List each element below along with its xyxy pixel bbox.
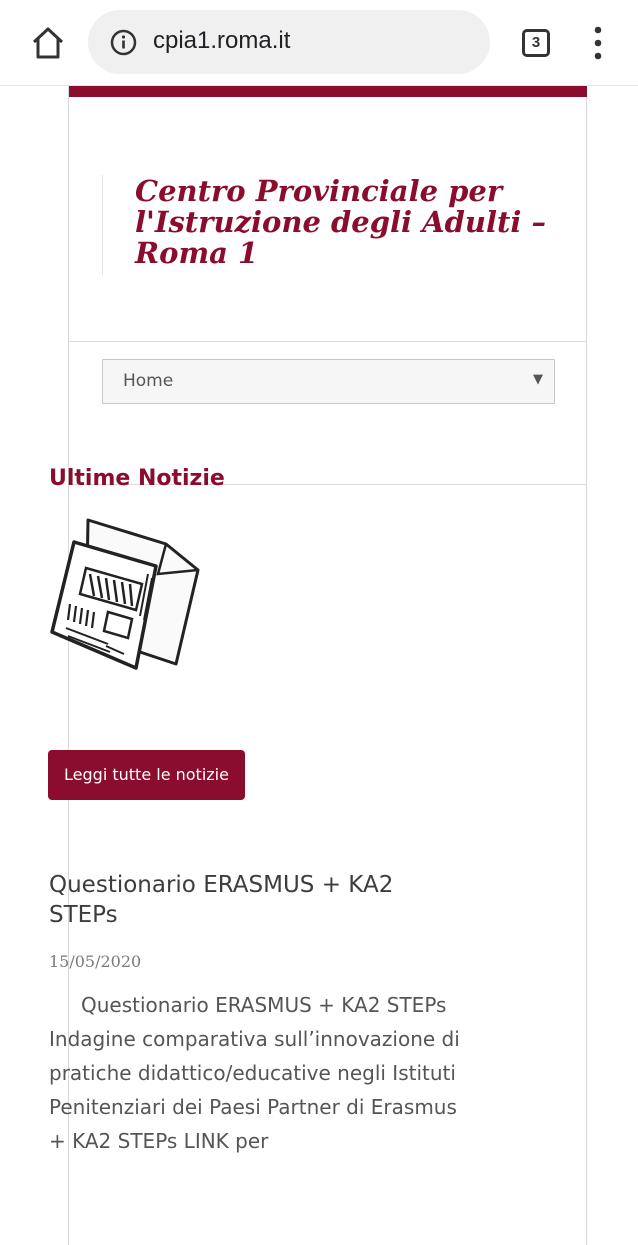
browser-toolbar: cpia1.roma.it 3: [0, 0, 638, 86]
news-heading: Ultime Notizie: [49, 466, 225, 491]
overflow-menu-icon[interactable]: [588, 24, 608, 62]
tab-switcher-button[interactable]: 3: [522, 29, 550, 57]
navigation-select[interactable]: Home ▼: [102, 359, 555, 404]
navigation-section: Home ▼: [69, 343, 587, 485]
top-accent-bar: [69, 86, 587, 97]
url-text: cpia1.roma.it: [153, 27, 291, 54]
title-divider: [102, 175, 103, 275]
home-icon[interactable]: [30, 25, 66, 61]
read-all-news-button[interactable]: Leggi tutte le notizie: [48, 750, 245, 800]
article-date: 15/05/2020: [49, 952, 142, 971]
site-header: Centro Provinciale per l'Istruzione degl…: [69, 97, 587, 342]
site-title[interactable]: Centro Provinciale per l'Istruzione degl…: [135, 176, 575, 269]
info-icon[interactable]: [110, 29, 137, 56]
navigation-select-value: Home: [123, 371, 174, 391]
article-excerpt: Questionario ERASMUS + KA2 STEPs Indagin…: [49, 993, 460, 1153]
newspaper-icon[interactable]: [48, 514, 204, 674]
address-bar[interactable]: cpia1.roma.it: [88, 10, 490, 74]
article-title-link[interactable]: Questionario ERASMUS + KA2 STEPs: [49, 870, 469, 930]
dropdown-arrow-icon: ▼: [533, 372, 543, 387]
